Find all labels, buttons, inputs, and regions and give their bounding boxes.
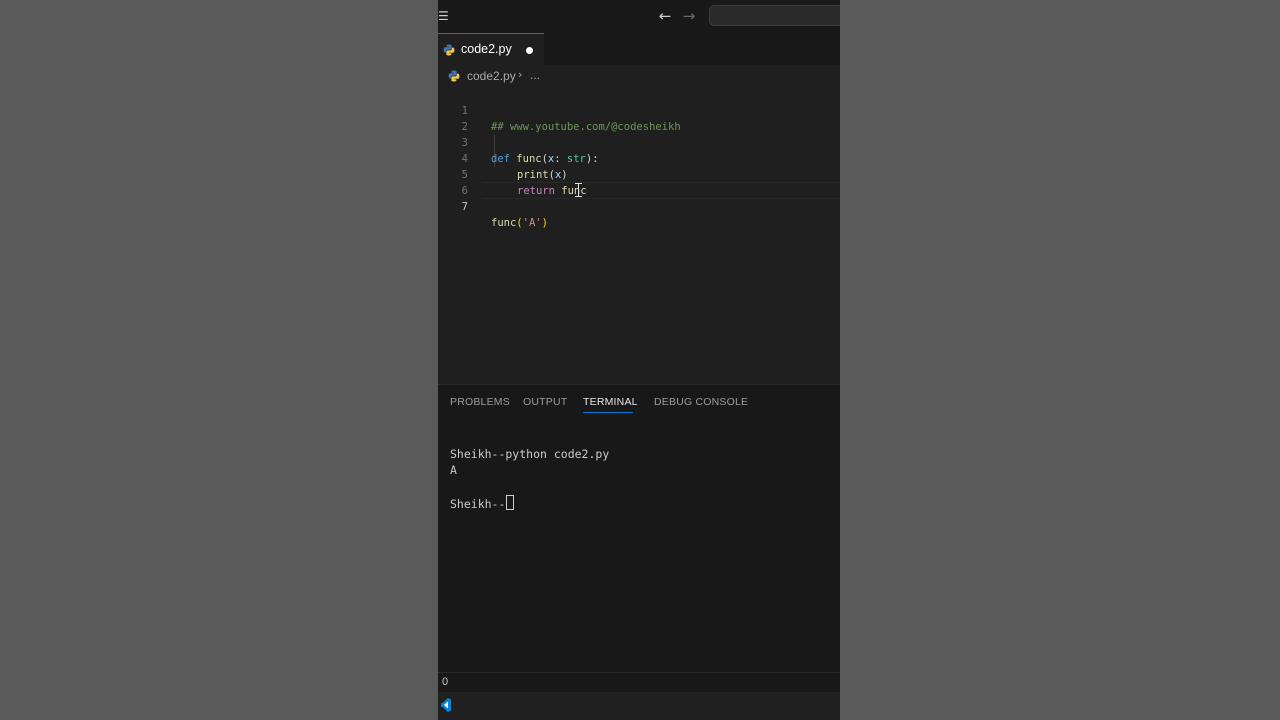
breadcrumb-file[interactable]: code2.py [467, 69, 516, 83]
text-cursor-icon [575, 183, 582, 197]
code-text: func('A') [491, 215, 548, 231]
vscode-icon[interactable] [441, 698, 451, 712]
chevron-right-icon: › [518, 68, 523, 81]
function-token: func [491, 217, 517, 229]
string-token: 'A' [522, 217, 542, 229]
code-line-3[interactable]: 3 def func(x: str): [438, 119, 840, 165]
tab-debug-console[interactable]: DEBUG CONSOLE [654, 396, 748, 408]
code-editor[interactable]: 1 ## www.youtube.com/@codesheikh 2 3 def… [438, 87, 840, 384]
bracket-token: ) [541, 217, 548, 229]
tab-code2-py[interactable]: code2.py [438, 33, 544, 65]
problems-count[interactable]: 0 [442, 676, 448, 688]
active-tab-indicator [583, 412, 633, 413]
code-line-2[interactable]: 2 [438, 103, 840, 133]
breadcrumb: code2.py › ... [438, 65, 840, 87]
tab-problems[interactable]: PROBLEMS [450, 396, 510, 408]
arrow-left-icon[interactable]: ← [656, 7, 674, 25]
hamburger-menu-icon[interactable]: ☰ [438, 9, 449, 23]
tab-output[interactable]: OUTPUT [523, 396, 567, 408]
arrow-right-icon[interactable]: → [680, 7, 698, 25]
code-line-6[interactable]: 6 [438, 167, 840, 197]
python-icon [443, 44, 455, 56]
terminal-prompt: Sheikh-- [450, 497, 506, 511]
python-icon [448, 70, 460, 82]
bottom-panel: PROBLEMS OUTPUT TERMINAL DEBUG CONSOLE S… [438, 384, 840, 673]
taskbar [438, 692, 840, 720]
status-bar: 0 [438, 672, 840, 693]
code-line-1[interactable]: 1 ## www.youtube.com/@codesheikh [438, 87, 840, 133]
title-bar: ☰ ← → [438, 0, 840, 34]
terminal-prompt-line[interactable]: Sheikh-- [450, 495, 515, 511]
vscode-window: ☰ ← → code2.py code2.py › ... 1 ## www.y… [438, 0, 840, 720]
code-line-4[interactable]: 4 print(x) [438, 135, 840, 181]
command-center-search[interactable] [709, 5, 840, 26]
terminal-output-line: A [450, 463, 457, 477]
tab-label: code2.py [461, 42, 512, 56]
tab-terminal[interactable]: TERMINAL [583, 396, 638, 408]
line-number: 7 [461, 201, 468, 213]
editor-tab-bar: code2.py [438, 33, 840, 65]
terminal-command-line: Sheikh--python code2.py [450, 447, 610, 461]
code-line-5[interactable]: 5 return func [438, 151, 840, 197]
code-line-7[interactable]: 7 func('A') [438, 183, 840, 229]
unsaved-dot-icon[interactable] [526, 47, 533, 54]
breadcrumb-more[interactable]: ... [530, 68, 540, 82]
terminal-cursor [506, 495, 515, 510]
